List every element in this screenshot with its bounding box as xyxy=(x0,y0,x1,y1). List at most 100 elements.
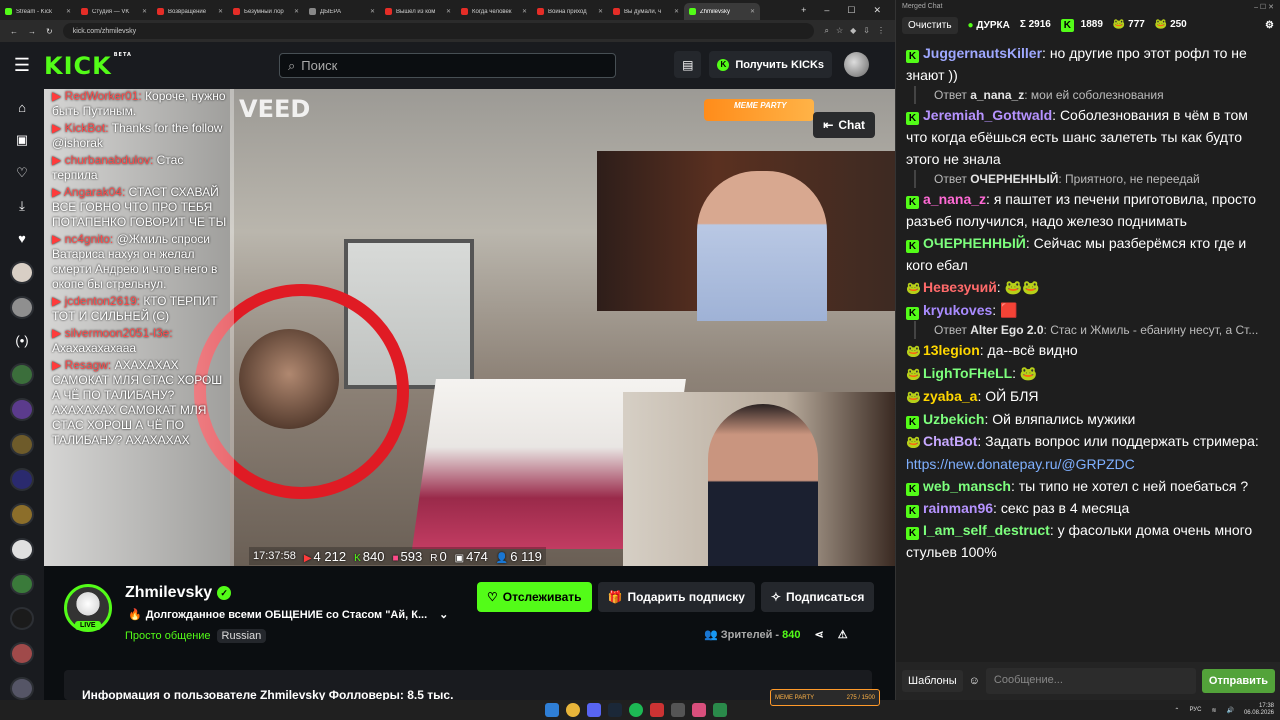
share-icon[interactable]: ⋖ xyxy=(815,628,824,641)
followed-channel-avatar[interactable] xyxy=(10,260,34,284)
input-language[interactable]: РУС xyxy=(1189,707,1201,713)
video-player[interactable]: VEED ▶ RedWorker01: Короче, нужно быть П… xyxy=(44,89,895,566)
chat-username[interactable]: Jeremiah_Gottwald xyxy=(923,107,1052,123)
followed-channel-avatar[interactable] xyxy=(10,295,34,319)
hamburger-menu-icon[interactable]: ☰ xyxy=(0,55,44,76)
clear-chat-button[interactable]: Очистить xyxy=(902,16,958,34)
settings-gear-icon[interactable]: ⚙ xyxy=(1265,20,1274,31)
reload-icon[interactable]: ↻ xyxy=(46,27,53,36)
browser-tab[interactable]: Zhmilevsky ✕ xyxy=(684,3,760,20)
recommended-channel-avatar[interactable] xyxy=(10,363,34,387)
browser-tab[interactable]: Когда человек ✕ xyxy=(456,3,532,20)
tray-chevron-icon[interactable]: ⌃ xyxy=(1174,707,1179,714)
search-input[interactable]: ⌕ Поиск xyxy=(279,53,616,78)
chat-username[interactable]: a_nana_z xyxy=(923,191,986,207)
chat-username[interactable]: LighToFHeLL xyxy=(923,365,1012,381)
url-field[interactable]: kick.com/zhmilevsky xyxy=(62,23,815,39)
tab-close-icon[interactable]: ✕ xyxy=(598,8,603,15)
recommended-channel-avatar[interactable] xyxy=(10,642,34,666)
chat-username[interactable]: zyaba_a xyxy=(923,388,977,404)
download-icon[interactable]: ⇩ xyxy=(863,26,870,36)
gift-sub-button[interactable]: 🎁 Подарить подписку xyxy=(597,582,755,612)
app-icon[interactable] xyxy=(692,703,706,717)
window-controls[interactable]: – ☐ ✕ xyxy=(1254,3,1274,11)
minimize-icon[interactable]: – xyxy=(824,5,829,16)
browser-tab[interactable]: Stream - Kick ✕ xyxy=(0,3,76,20)
templates-button[interactable]: Шаблоны xyxy=(902,670,963,692)
star-icon[interactable]: ☆ xyxy=(836,26,843,36)
tab-close-icon[interactable]: ✕ xyxy=(142,8,147,15)
chat-username[interactable]: web_mansch xyxy=(923,478,1011,494)
chat-message-list[interactable]: K JuggernautsKiller: но другие про этот р… xyxy=(896,40,1280,662)
chat-username[interactable]: I_am_self_destruct xyxy=(923,522,1050,538)
tab-close-icon[interactable]: ✕ xyxy=(446,8,451,15)
app-icon[interactable] xyxy=(713,703,727,717)
menu-icon[interactable]: ⋮ xyxy=(877,26,885,36)
chat-username[interactable]: ОЧЕРНЕННЫЙ xyxy=(923,235,1026,251)
browser-tab[interactable]: Вы думали, ч ✕ xyxy=(608,3,684,20)
browse-icon[interactable]: ▣ xyxy=(11,130,33,151)
browser-tab[interactable]: Вышел из ком ✕ xyxy=(380,3,456,20)
spotify-icon[interactable] xyxy=(629,703,643,717)
recommended-channel-avatar[interactable] xyxy=(10,572,34,596)
new-tab-icon[interactable]: + xyxy=(801,5,806,16)
following-icon[interactable]: ♡ xyxy=(11,163,33,184)
browser-tab[interactable]: Безумный лор ✕ xyxy=(228,3,304,20)
message-input[interactable]: Сообщение... xyxy=(985,668,1196,694)
close-window-icon[interactable]: ✕ xyxy=(873,5,881,16)
chat-username[interactable]: ChatBot xyxy=(923,433,977,449)
chrome-icon[interactable] xyxy=(566,703,580,717)
zoom-icon[interactable]: ⌕ xyxy=(824,26,828,36)
favorites-heart-icon[interactable]: ♥ xyxy=(11,228,33,249)
get-kicks-button[interactable]: K Получить KICKs xyxy=(709,51,832,78)
send-button[interactable]: Отправить xyxy=(1201,669,1275,693)
tab-close-icon[interactable]: ✕ xyxy=(674,8,679,15)
recommended-channel-avatar[interactable] xyxy=(10,398,34,422)
tab-close-icon[interactable]: ✕ xyxy=(218,8,223,15)
wifi-icon[interactable]: ≋ xyxy=(1211,707,1216,714)
live-broadcast-icon[interactable]: (•) xyxy=(11,331,33,352)
volume-icon[interactable]: 🔊 xyxy=(1226,707,1233,714)
extension-icon[interactable]: ◆ xyxy=(850,26,856,36)
tab-close-icon[interactable]: ✕ xyxy=(370,8,375,15)
recommended-channel-avatar[interactable] xyxy=(10,677,34,701)
chat-link[interactable]: https://new.donatepay.ru/@GRPZDC xyxy=(906,456,1135,472)
obs-icon[interactable] xyxy=(650,703,664,717)
forward-icon[interactable]: → xyxy=(28,27,36,36)
recommended-channel-avatar[interactable] xyxy=(10,537,34,561)
chat-username[interactable]: Uzbekich xyxy=(923,411,984,427)
recommended-channel-avatar[interactable] xyxy=(10,502,34,526)
download-icon[interactable]: ⤓ xyxy=(11,195,33,216)
report-icon[interactable]: ⚠ xyxy=(838,628,848,641)
app-icon[interactable] xyxy=(671,703,685,717)
user-avatar[interactable] xyxy=(844,52,869,77)
browser-tab[interactable]: Война приход ✕ xyxy=(532,3,608,20)
home-icon[interactable]: ⌂ xyxy=(11,97,33,118)
calendar-icon[interactable]: ▤ xyxy=(674,51,702,78)
kick-logo[interactable]: KICK BETA xyxy=(44,52,132,80)
discord-icon[interactable] xyxy=(587,703,601,717)
tab-close-icon[interactable]: ✕ xyxy=(294,8,299,15)
back-icon[interactable]: ← xyxy=(10,27,18,36)
meme-party-widget[interactable]: MEME PARTY 275 / 1500 xyxy=(770,689,880,706)
browser-tab[interactable]: Возвращение ✕ xyxy=(152,3,228,20)
chevron-down-icon[interactable]: ⌄ xyxy=(439,608,448,621)
language-tag[interactable]: Russian xyxy=(216,629,267,643)
recommended-channel-avatar[interactable] xyxy=(10,607,34,631)
chat-username[interactable]: 13legion xyxy=(923,342,980,358)
chat-username[interactable]: JuggernautsKiller xyxy=(923,45,1042,61)
emoji-icon[interactable]: ☺ xyxy=(969,675,980,687)
channel-name[interactable]: Zhmilevsky xyxy=(125,584,212,602)
category-link[interactable]: Просто общение xyxy=(125,630,211,642)
chat-username[interactable]: Невезучий xyxy=(923,279,997,295)
clock[interactable]: 17:38 06.08.2026 xyxy=(1244,703,1274,717)
follow-button[interactable]: ♡ Отслеживать xyxy=(477,582,592,612)
subscribe-button[interactable]: ✧ Подписаться xyxy=(760,582,875,612)
tab-close-icon[interactable]: ✕ xyxy=(66,8,71,15)
chat-username[interactable]: kryukoves xyxy=(923,302,992,318)
tab-close-icon[interactable]: ✕ xyxy=(522,8,527,15)
chat-toggle-button[interactable]: ⇤ Chat xyxy=(813,112,875,138)
steam-icon[interactable] xyxy=(608,703,622,717)
recommended-channel-avatar[interactable] xyxy=(10,433,34,456)
maximize-icon[interactable]: ☐ xyxy=(847,5,855,16)
